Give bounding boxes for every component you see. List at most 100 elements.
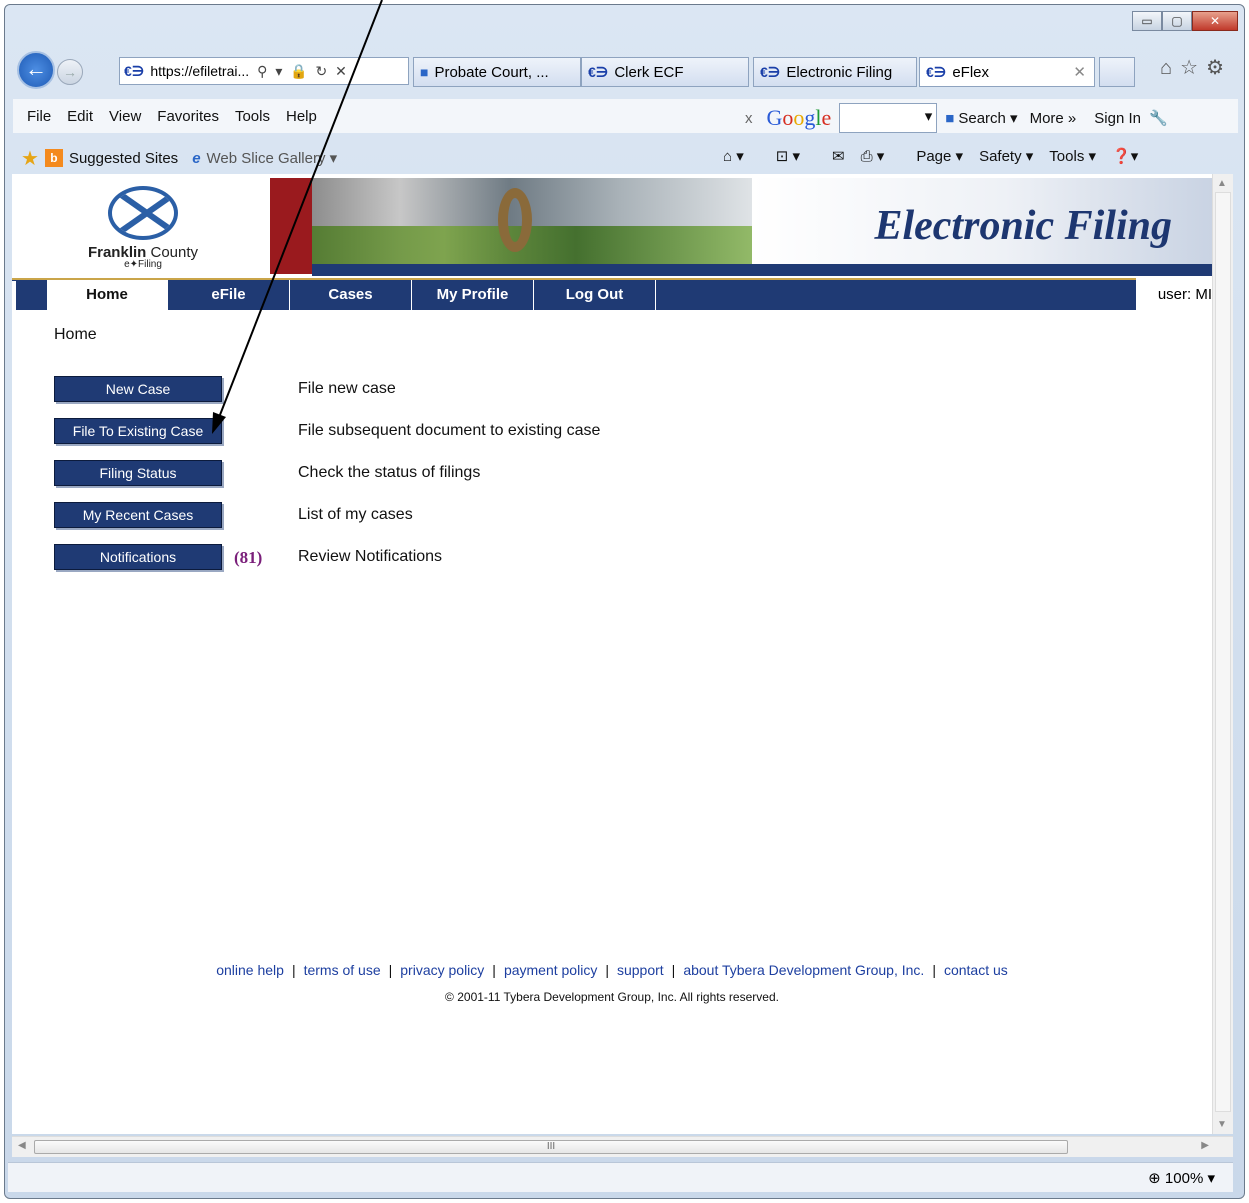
footer-link-online-help[interactable]: online help: [216, 962, 284, 978]
google-search-icon: ■: [945, 109, 955, 127]
notifications-count-badge: (81): [234, 548, 263, 567]
favorites-star-icon[interactable]: ★: [21, 146, 39, 171]
page-menu[interactable]: Page ▾: [916, 147, 963, 165]
google-more-button[interactable]: More »: [1030, 110, 1077, 127]
footer-link-privacy-policy[interactable]: privacy policy: [400, 962, 484, 978]
minimize-button[interactable]: ▭: [1132, 11, 1162, 31]
menu-favorites[interactable]: Favorites: [157, 108, 219, 125]
close-window-button[interactable]: ✕: [1192, 11, 1238, 31]
copyright: © 2001-11 Tybera Development Group, Inc.…: [445, 990, 779, 1004]
my-recent-cases-button[interactable]: My Recent Cases: [54, 502, 222, 528]
command-bar: ⌂ ▾ ⊡ ▾ ✉ ⎙ ▾ Page ▾ Safety ▾ Tools ▾ ❓▾: [723, 147, 1154, 165]
zoom-control[interactable]: ⊕ 100% ▾: [1148, 1169, 1215, 1187]
scroll-right-icon[interactable]: ▶: [1201, 1140, 1209, 1151]
horizontal-scrollbar[interactable]: ◀ III ▶: [12, 1136, 1233, 1157]
feeds-icon[interactable]: ⊡ ▾: [776, 147, 816, 165]
probate-favicon-icon: ■: [420, 64, 429, 80]
notifications-button[interactable]: Notifications: [54, 544, 222, 570]
tab-probate-court[interactable]: ■ Probate Court, ...: [413, 57, 581, 87]
forward-button[interactable]: →: [57, 59, 83, 85]
vertical-scroll-thumb[interactable]: [1215, 192, 1231, 1112]
new-tab-button[interactable]: [1099, 57, 1135, 87]
footer-links: online help | terms of use | privacy policy |…: [216, 962, 1008, 978]
nav-my-profile[interactable]: My Profile: [412, 280, 534, 310]
safety-menu[interactable]: Safety ▾: [979, 147, 1033, 165]
filing-status-button[interactable]: Filing Status: [54, 460, 222, 486]
my-recent-cases-description: List of my cases: [298, 506, 413, 523]
new-case-description: File new case: [298, 380, 396, 397]
nav-log-out[interactable]: Log Out: [534, 280, 656, 310]
eflex-favicon-icon: €∋: [588, 63, 609, 80]
page-content: Franklin County e✦Filing Electronic Fili…: [12, 174, 1212, 1134]
tab-electronic-filing[interactable]: €∋ Electronic Filing: [753, 57, 917, 87]
footer-link-terms-of-use[interactable]: terms of use: [304, 962, 381, 978]
scroll-down-icon[interactable]: ▼: [1217, 1119, 1227, 1130]
scroll-left-icon[interactable]: ◀: [18, 1140, 26, 1151]
suggested-sites-link[interactable]: Suggested Sites: [69, 150, 178, 167]
eflex-favicon-icon: €∋: [926, 63, 947, 80]
print-icon[interactable]: ⎙ ▾: [861, 147, 901, 165]
address-bar[interactable]: €∋ https://efiletrai... ⚲ ▾ 🔒 ↻ ✕: [119, 57, 409, 85]
globe-logo-icon: [108, 186, 178, 240]
google-search-input[interactable]: ▾: [839, 103, 938, 133]
close-tab-icon[interactable]: ✕: [1073, 63, 1086, 81]
nav-cases[interactable]: Cases: [290, 280, 412, 310]
tools-menu[interactable]: Tools ▾: [1049, 147, 1096, 165]
back-button[interactable]: ←: [17, 51, 55, 89]
home-icon[interactable]: ⌂: [1160, 57, 1180, 79]
wrench-icon[interactable]: 🔧: [1149, 109, 1168, 127]
favorites-star-icon[interactable]: ☆: [1180, 57, 1206, 79]
horizontal-scroll-thumb[interactable]: III: [34, 1140, 1068, 1154]
address-controls[interactable]: ⚲ ▾ 🔒 ↻ ✕: [257, 63, 349, 80]
footer-link-payment-policy[interactable]: payment policy: [504, 962, 597, 978]
scroll-up-icon[interactable]: ▲: [1217, 178, 1227, 189]
banner-red-bar: [270, 178, 312, 274]
menu-edit[interactable]: Edit: [67, 108, 93, 125]
banner-blue-band: [312, 264, 1212, 276]
gear-icon[interactable]: ⚙: [1206, 57, 1232, 79]
browser-tool-icons: ⌂☆⚙: [1160, 55, 1232, 80]
footer-link-contact-us[interactable]: contact us: [944, 962, 1008, 978]
menu-file[interactable]: File: [27, 108, 51, 125]
zoom-level: 100%: [1164, 1170, 1204, 1187]
home-icon[interactable]: ⌂ ▾: [723, 147, 760, 165]
google-signin-button[interactable]: Sign In: [1094, 110, 1141, 127]
nav-efile[interactable]: eFile: [168, 280, 290, 310]
menu-help[interactable]: Help: [286, 108, 317, 125]
file-to-existing-case-button[interactable]: File To Existing Case: [54, 418, 222, 444]
google-toolbar-close[interactable]: x: [745, 110, 753, 127]
tab-clerk-ecf[interactable]: €∋ Clerk ECF: [581, 57, 749, 87]
google-logo: Google: [766, 105, 832, 130]
favorites-bar: ★ b Suggested Sites e Web Slice Gallery …: [13, 141, 1238, 175]
window-controls: ▭ ▢ ✕: [1132, 11, 1238, 31]
footer-link-about[interactable]: about Tybera Development Group, Inc.: [683, 962, 924, 978]
site-nav: Home eFile Cases My Profile Log Out: [16, 280, 1136, 310]
web-slice-gallery-link[interactable]: Web Slice Gallery ▾: [207, 149, 338, 167]
tab-eflex[interactable]: €∋ eFlex ✕: [919, 57, 1095, 87]
nav-home[interactable]: Home: [46, 280, 168, 310]
site-banner: Franklin County e✦Filing Electronic Fili…: [12, 178, 1212, 281]
site-title: Electronic Filing: [874, 203, 1172, 249]
google-search-button[interactable]: Search ▾: [958, 109, 1017, 127]
status-bar: ⊕ 100% ▾: [8, 1162, 1233, 1192]
mail-icon[interactable]: ✉: [832, 147, 845, 165]
logo-subtitle: e✦Filing: [124, 259, 162, 270]
help-icon[interactable]: ❓▾: [1112, 147, 1138, 165]
vertical-scrollbar[interactable]: ▲ ▼: [1212, 174, 1233, 1134]
menu-tools[interactable]: Tools: [235, 108, 270, 125]
maximize-button[interactable]: ▢: [1162, 11, 1192, 31]
zoom-icon: ⊕: [1148, 1170, 1161, 1187]
address-text: https://efiletrai...: [150, 63, 250, 79]
menu-view[interactable]: View: [109, 108, 141, 125]
google-toolbar: x Google ▾ ■ Search ▾ More » Sign In 🔧: [745, 103, 1168, 133]
banner-title-area: Electronic Filing: [752, 178, 1212, 264]
new-case-button[interactable]: New Case: [54, 376, 222, 402]
menu-bar: File Edit View Favorites Tools Help x Go…: [13, 99, 1238, 133]
courthouse-photo: [312, 178, 752, 264]
tab-label: Clerk ECF: [614, 63, 684, 81]
tab-label: eFlex: [952, 63, 990, 81]
franklin-county-logo: Franklin County e✦Filing: [18, 178, 268, 274]
bing-icon: b: [44, 149, 63, 167]
footer-link-support[interactable]: support: [617, 962, 664, 978]
notifications-description: Review Notifications: [298, 548, 443, 565]
